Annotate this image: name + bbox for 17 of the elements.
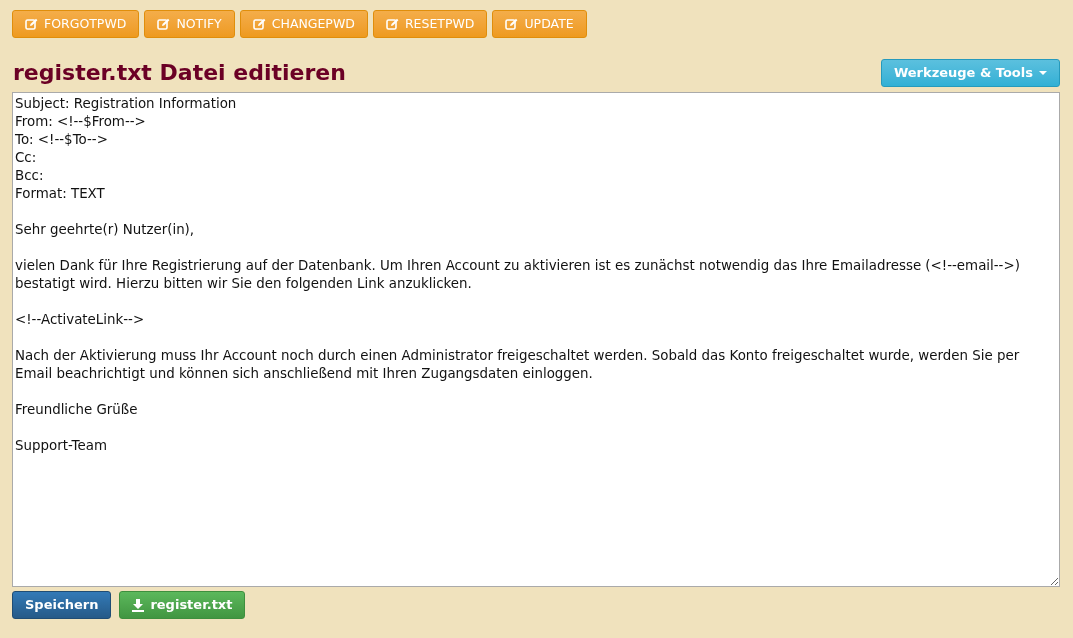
save-button[interactable]: Speichern: [12, 591, 112, 619]
edit-icon: [157, 18, 171, 30]
download-icon: [132, 598, 145, 612]
edit-icon: [385, 18, 399, 30]
page-title: register.txt Datei editieren: [12, 59, 346, 87]
tools-dropdown-button[interactable]: Werkzeuge & Tools: [880, 59, 1060, 87]
download-button[interactable]: register.txt: [119, 591, 246, 619]
toolbar-button[interactable]: FORGOTPWD: [12, 10, 140, 38]
edit-icon: [505, 18, 519, 30]
edit-icon: [252, 18, 266, 30]
caret-icon: [1039, 71, 1047, 75]
text-editor[interactable]: Subject: Registration Information From: <!--$From--> To: <!--$To--> Cc: Bcc: Format: TEXT Sehr geehrte(r) Nutzer(in), vielen Dank für Ihre Registrierung auf der Datenbank. Um Ihren Account zu aktivieren ist es zunächst notwendig das Ihre Emailadresse (<!--email-->) bestatigt wird. Hierzu bitten wir Sie den folgenden Link anzuklicken. <!--ActivateLink--> Nach der Aktivierung muss Ihr Account noch durch einen Administrator freigeschaltet werden. Sobald das Konto freigeschaltet wurde, werden Sie per Email beachrichtigt und können sich anschließend mit Ihren Zugangsdaten einloggen. Freundliche Grüße Support-Team: [12, 92, 1060, 587]
toolbar-button[interactable]: UPDATE: [492, 10, 587, 38]
toolbar-button[interactable]: NOTIFY: [144, 10, 235, 38]
edit-icon: [25, 18, 38, 30]
toolbar-button[interactable]: RESETPWD: [372, 10, 488, 38]
toolbar-button[interactable]: CHANGEPWD: [239, 10, 368, 38]
